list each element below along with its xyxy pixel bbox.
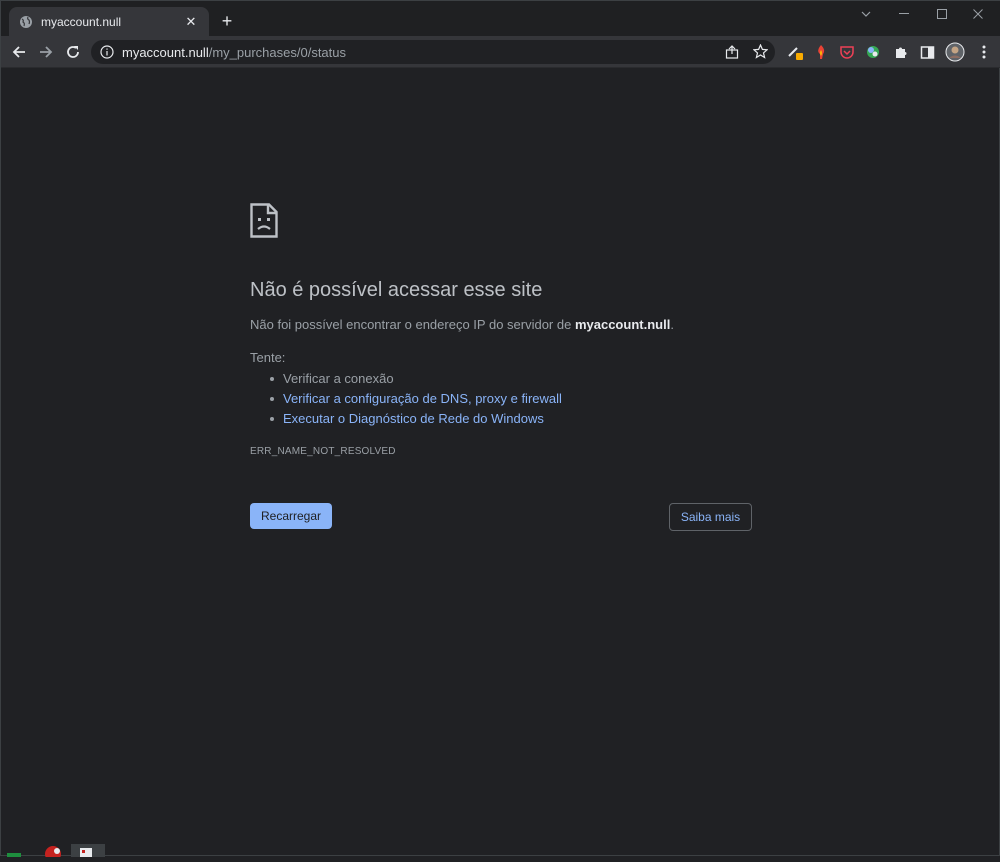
error-code: ERR_NAME_NOT_RESOLVED [250, 446, 396, 457]
tab-search-icon[interactable] [847, 1, 885, 27]
arrow-left-icon [12, 46, 25, 58]
url-host: myaccount.null [122, 44, 209, 60]
share-icon[interactable] [725, 45, 739, 64]
error-description-prefix: Não foi possível encontrar o endereço IP… [250, 317, 575, 332]
minimize-button[interactable] [885, 1, 923, 27]
maximize-button[interactable] [923, 1, 961, 27]
pen-icon[interactable] [787, 44, 803, 60]
try-label: Tente: [250, 350, 286, 365]
error-description: Não foi possível encontrar o endereço IP… [250, 317, 674, 332]
reload-button[interactable] [61, 40, 85, 64]
bookmark-star-icon[interactable] [752, 43, 769, 64]
new-tab-button[interactable]: + [217, 11, 237, 31]
tab-title: myaccount.null [41, 14, 122, 29]
colorful-circle-icon[interactable] [865, 44, 881, 60]
error-host: myaccount.null [574, 317, 671, 332]
info-icon[interactable] [100, 45, 114, 59]
suggestion-run-diagnostics-link[interactable]: Executar o Diagnóstico de Rede do Window… [270, 409, 562, 429]
kebab-menu-icon[interactable] [976, 44, 992, 60]
close-tab-icon[interactable]: ✕ [183, 14, 199, 30]
suggestion-check-connection: Verificar a conexão [270, 369, 562, 389]
arrow-right-icon [40, 46, 53, 58]
tab-strip: myaccount.null ✕ + [1, 1, 1000, 36]
url-path: /my_purchases/0/status [208, 44, 347, 60]
error-description-suffix: . [670, 317, 674, 332]
suggestion-check-dns-link[interactable]: Verificar a configuração de DNS, proxy e… [270, 389, 562, 409]
flame-icon[interactable] [813, 44, 829, 60]
toolbar: myaccount.null/my_purchases/0/status [1, 36, 1000, 68]
address-bar[interactable]: myaccount.null/my_purchases/0/status [91, 40, 775, 64]
reload-page-button[interactable]: Recarregar [250, 503, 332, 529]
globe-icon [19, 15, 33, 29]
suggestion-list: Verificar a conexão Verificar a configur… [270, 369, 562, 429]
browser-window: myaccount.null ✕ + myaccount.null/my_pur… [0, 0, 1000, 862]
close-window-button[interactable] [959, 1, 997, 27]
url-text[interactable]: myaccount.null/my_purchases/0/status [122, 45, 346, 60]
learn-more-button[interactable]: Saiba mais [669, 503, 752, 531]
pocket-icon[interactable] [839, 44, 855, 60]
back-button[interactable] [7, 40, 31, 64]
error-title: Não é possível acessar esse site [250, 279, 543, 301]
reload-icon [67, 46, 79, 58]
tab-myaccount[interactable]: myaccount.null ✕ [9, 7, 209, 36]
avatar[interactable] [945, 42, 965, 62]
puzzle-icon[interactable] [892, 44, 908, 60]
sad-page-icon [250, 203, 278, 238]
sidepanel-icon[interactable] [919, 44, 935, 60]
taskbar-remnant [1, 844, 111, 862]
forward-button[interactable] [34, 40, 58, 64]
